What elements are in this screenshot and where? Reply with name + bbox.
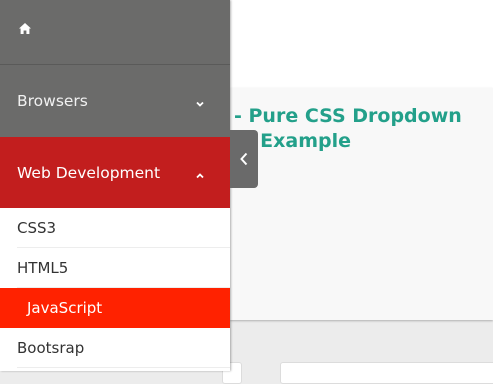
submenu-item-css3[interactable]: CSS3 [0, 208, 230, 248]
chevron-down-icon [194, 95, 206, 107]
sidebar-item-label: Browsers [17, 92, 88, 110]
article-card: - Pure CSS Dropdown n Example [230, 88, 493, 320]
sidebar: Browsers Web Development CSS3 HTML5 Java… [0, 0, 230, 371]
submenu-item-label: Bootsrap [17, 339, 85, 357]
sidebar-item-label: Web Development [17, 164, 161, 182]
sidebar-toggle-button[interactable] [230, 130, 258, 188]
web-development-submenu: CSS3 HTML5 JavaScript Bootsrap [0, 208, 230, 368]
submenu-item-javascript[interactable]: JavaScript [0, 288, 230, 328]
article-title[interactable]: - Pure CSS Dropdown n Example [234, 104, 489, 154]
chevron-left-icon [240, 152, 248, 166]
chevron-up-icon [194, 167, 206, 179]
content-header-area [230, 0, 493, 88]
submenu-item-label: JavaScript [27, 299, 103, 317]
submenu-item-bootsrap[interactable]: Bootsrap [0, 328, 230, 368]
submenu-item-label: HTML5 [17, 259, 69, 277]
article-title-line-2: n Example [240, 130, 351, 152]
divider [17, 367, 230, 368]
sidebar-item-web-development[interactable]: Web Development [0, 137, 230, 208]
bottom-card [280, 362, 493, 384]
home-icon [18, 21, 32, 35]
submenu-item-html5[interactable]: HTML5 [0, 248, 230, 288]
article-title-line-1: - Pure CSS Dropdown [234, 105, 462, 127]
sidebar-item-home[interactable] [0, 0, 230, 65]
sidebar-item-browsers[interactable]: Browsers [0, 65, 230, 137]
submenu-item-label: CSS3 [17, 219, 57, 237]
